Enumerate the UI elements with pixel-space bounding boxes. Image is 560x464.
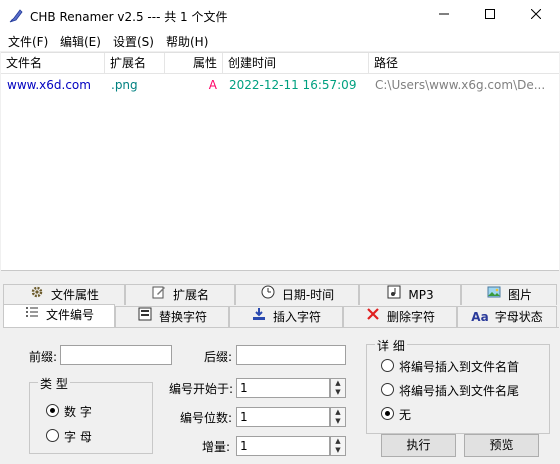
column-header-attribute[interactable]: 属性 — [165, 53, 223, 74]
edit-icon — [151, 285, 167, 306]
menu-edit[interactable]: 编辑(E) — [60, 33, 101, 50]
type-group: 类 型 数 字 字 母 — [29, 375, 153, 454]
column-header-created[interactable]: 创建时间 — [223, 53, 369, 74]
maximize-icon — [485, 9, 495, 19]
start-input[interactable]: 1 — [236, 378, 330, 398]
detail-suffix-label[interactable]: 将编号插入到文件名尾 — [399, 382, 519, 399]
minimize-icon — [439, 13, 449, 15]
list-row[interactable]: www.x6d.com .png A 2022-12-11 16:57:09 C… — [1, 75, 559, 95]
menu-file[interactable]: 文件(F) — [8, 33, 48, 50]
tab-replace-chars[interactable]: 替换字符 — [115, 306, 229, 327]
tab-image[interactable]: 图片 — [461, 284, 557, 305]
type-group-title: 类 型 — [38, 375, 70, 392]
gear-icon — [29, 285, 45, 306]
detail-none-radio[interactable] — [381, 407, 394, 420]
execute-button[interactable]: 执行 — [381, 434, 456, 457]
insert-icon — [251, 307, 267, 328]
detail-prefix-radio[interactable] — [381, 359, 394, 372]
detail-prefix-label[interactable]: 将编号插入到文件名首 — [399, 358, 519, 375]
file-list[interactable]: 文件名 扩展名 属性 创建时间 路径 www.x6d.com .png A 20… — [1, 52, 559, 270]
start-spinner[interactable]: ▲ ▼ — [330, 378, 346, 398]
suffix-label: 后缀: — [204, 350, 233, 364]
cell-filename: www.x6d.com — [7, 78, 91, 92]
digits-spinner[interactable]: ▲ ▼ — [330, 407, 346, 427]
start-label: 编号开始于: — [169, 382, 234, 396]
cell-created: 2022-12-11 16:57:09 — [229, 78, 357, 92]
letter-case-icon: Aa — [471, 310, 489, 324]
close-button[interactable] — [513, 0, 559, 31]
menu-settings[interactable]: 设置(S) — [113, 33, 154, 50]
type-number-radio[interactable] — [46, 404, 59, 417]
tab-file-numbering[interactable]: 文件编号 — [3, 304, 115, 327]
tab-delete-chars[interactable]: 删除字符 — [343, 306, 457, 327]
tab-letter-case[interactable]: Aa 字母状态 — [457, 306, 557, 327]
menu-bar: 文件(F) 编辑(E) 设置(S) 帮助(H) — [0, 31, 560, 51]
type-letter-label[interactable]: 字 母 — [64, 428, 92, 445]
menu-help[interactable]: 帮助(H) — [166, 33, 208, 50]
detail-group: 详 细 将编号插入到文件名首 将编号插入到文件名尾 无 — [366, 337, 550, 434]
options-panel: 文件属性 扩展名 日期-时间 MP3 图片 文件编号 替换字符 插入字符 删除字… — [1, 270, 559, 464]
tab-date-time[interactable]: 日期-时间 — [235, 284, 359, 305]
minimize-button[interactable] — [421, 0, 467, 31]
cell-path: C:\Users\www.x6g.com\De... — [375, 78, 544, 92]
app-icon — [9, 9, 23, 23]
prefix-input[interactable] — [60, 345, 172, 365]
tab-mp3[interactable]: MP3 — [359, 284, 461, 305]
column-header-filename[interactable]: 文件名 — [1, 53, 105, 74]
clock-icon — [260, 285, 276, 306]
increment-input[interactable]: 1 — [236, 436, 330, 456]
prefix-label: 前缀: — [29, 350, 58, 364]
music-icon — [386, 285, 402, 306]
increment-spinner[interactable]: ▲ ▼ — [330, 436, 346, 456]
tab-file-attributes[interactable]: 文件属性 — [3, 284, 125, 305]
column-header-path[interactable]: 路径 — [369, 53, 559, 74]
detail-group-title: 详 细 — [375, 337, 407, 354]
preview-button[interactable]: 预览 — [464, 434, 539, 457]
delete-icon — [365, 307, 381, 328]
type-number-label[interactable]: 数 字 — [64, 403, 92, 420]
type-letter-radio[interactable] — [46, 429, 59, 442]
tab-extension[interactable]: 扩展名 — [125, 284, 235, 305]
close-icon — [530, 8, 542, 20]
cell-attribute: A — [208, 78, 217, 92]
replace-icon — [137, 307, 153, 328]
detail-none-label[interactable]: 无 — [399, 406, 411, 423]
column-header-extension[interactable]: 扩展名 — [105, 53, 165, 74]
title-bar: CHB Renamer v2.5 --- 共 1 个文件 — [0, 0, 560, 31]
suffix-input[interactable] — [236, 345, 346, 365]
detail-suffix-radio[interactable] — [381, 383, 394, 396]
maximize-button[interactable] — [467, 0, 513, 31]
list-icon — [24, 305, 40, 326]
image-icon — [486, 285, 502, 306]
digits-label: 编号位数: — [180, 411, 233, 425]
window-title: CHB Renamer v2.5 --- 共 1 个文件 — [30, 10, 228, 24]
digits-input[interactable]: 1 — [236, 407, 330, 427]
cell-extension: .png — [111, 78, 138, 92]
list-header: 文件名 扩展名 属性 创建时间 路径 — [1, 53, 559, 74]
file-numbering-page: 前缀: 后缀: 类 型 数 字 字 母 编号开始于: 1 ▲ ▼ 编号位数: 1 … — [3, 327, 559, 464]
increment-label: 增量: — [202, 440, 231, 454]
tab-insert-chars[interactable]: 插入字符 — [229, 306, 343, 327]
